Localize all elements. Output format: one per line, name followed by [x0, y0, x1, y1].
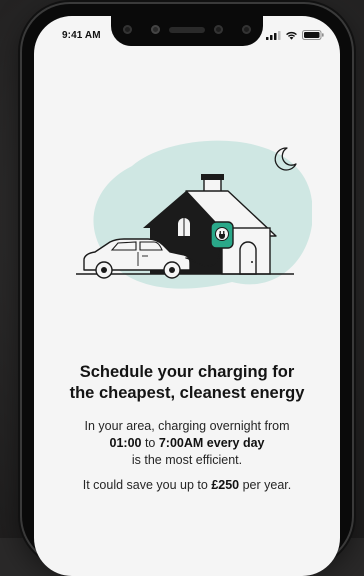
page-title: Schedule your charging for the cheapest,…: [42, 362, 332, 404]
earpiece-speaker: [169, 27, 205, 33]
title-line-2: the cheapest, cleanest energy: [69, 384, 305, 402]
description-line-1: In your area, charging overnight from: [84, 419, 290, 433]
phone-screen: 9:41 AM Schedule your charging for the c…: [34, 16, 340, 576]
wifi-icon: [285, 30, 298, 40]
savings-prefix: It could save you up to: [82, 478, 212, 492]
ambient-light-sensor: [242, 25, 251, 34]
ev-charger-icon: [210, 221, 234, 249]
start-time: 01:00: [109, 436, 142, 450]
status-time: 9:41 AM: [62, 30, 101, 41]
every-day-label: every day: [203, 436, 265, 450]
battery-icon: [302, 30, 324, 40]
status-icons: [266, 30, 324, 40]
savings-amount: £250: [211, 478, 240, 492]
notch: [111, 16, 263, 46]
front-camera: [151, 25, 160, 34]
efficiency-description: In your area, charging overnight from 01…: [42, 418, 332, 469]
end-time: 7:00AM: [158, 436, 204, 450]
description-line-3: is the most efficient.: [131, 453, 243, 467]
to-word: to: [141, 436, 159, 450]
savings-description: It could save you up to £250 per year.: [42, 477, 332, 494]
front-sensor: [123, 25, 132, 34]
title-line-1: Schedule your charging for: [79, 363, 295, 381]
proximity-sensor: [214, 25, 223, 34]
savings-suffix: per year.: [239, 478, 292, 492]
ev-home-charging-illustration: [76, 140, 312, 289]
cellular-signal-icon: [266, 30, 281, 40]
phone-frame: 9:41 AM Schedule your charging for the c…: [22, 4, 352, 576]
